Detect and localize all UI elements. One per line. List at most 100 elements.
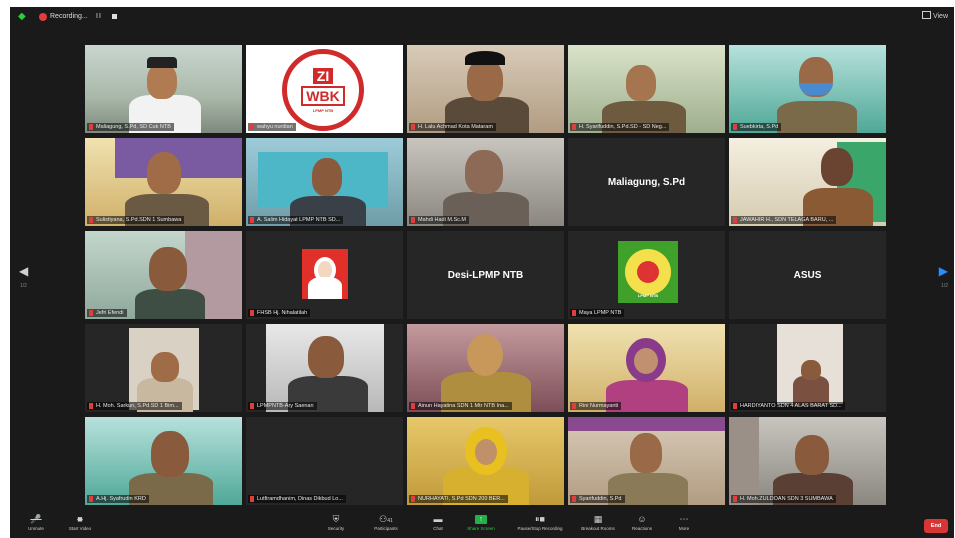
zoom-meeting-window: ◆ Recording... II View ◀ 1/2 ▶ 1/2 Malia… [10,7,954,538]
participant-name: Sulistiyana, S.Pd.SDN 1 Sumbawa [87,216,185,224]
recording-icon [39,13,47,21]
participant-name: LPMPNTB-Ary Saenan [248,402,317,410]
next-page-arrow-icon[interactable]: ▶ [939,265,948,277]
participant-video [729,45,886,133]
participant-tile[interactable]: Lutfiramdhanim, Dinas Dikbud Lo... [246,417,403,505]
participants-button[interactable]: ⚇41 Participants [366,513,406,538]
pause-stop-recording-button[interactable]: ⏸■ Pause/Stop Recording [514,513,566,538]
participant-name: H. Moh. Sarkun, S.Pd.SD 1 Bim... [87,402,182,410]
start-video-label: Start Video [68,526,92,531]
participant-tile[interactable]: Jefri Efendi [85,231,242,319]
participant-video [568,417,725,505]
participant-name: A.Hj. Syafrudin KRD [87,495,149,503]
participants-icon: ⚇41 [379,514,393,524]
participant-video [85,138,242,226]
logo-text-ring: LPMP NTB [312,107,334,113]
participant-tile[interactable]: Suebkirta, S.Pd [729,45,886,133]
end-meeting-button[interactable]: End [924,519,948,533]
participant-tile[interactable]: NURHAYATI, S.Pd SDN 200 BER... [407,417,564,505]
chat-button[interactable]: ▬ Chat [418,513,458,538]
participant-name: FHSB Hj. Nihalatilah [248,309,311,317]
participant-name: Rini Nurmayanti [570,402,622,410]
participant-video [85,324,242,412]
participant-name: JAWAHIR H., SDN TELAGA BARU, ... [731,216,837,224]
participant-tile[interactable]: Desi-LPMP NTB [407,231,564,319]
pause-recording-icon[interactable]: II [96,12,102,22]
participant-tile[interactable]: HARDIYANTO SDN 4 ALAS BARAT SD... [729,324,886,412]
participant-tile[interactable]: Sulistiyana, S.Pd.SDN 1 Sumbawa [85,138,242,226]
participant-tile[interactable]: ASUS [729,231,886,319]
top-bar: ◆ Recording... II View [10,7,954,29]
participant-tile[interactable]: LPMPNTB-Ary Saenan [246,324,403,412]
shield-icon[interactable]: ◆ [18,12,28,22]
lpmp-logo: LPMP NTB [618,241,678,303]
participant-name: A. Salim Hidayat LPMP NTB SD... [248,216,344,224]
unmute-button[interactable]: 🎤 Unmute [16,513,56,538]
participant-name: H. Lalu Achmad Kota Mataram [409,123,496,131]
start-video-button[interactable]: ■ Start Video [60,513,100,538]
participant-display-name: ASUS [793,269,822,281]
participant-tile[interactable]: H. Moh.ZULDOAN SDN 3 SUMBAWA [729,417,886,505]
participant-name: Syarifuddin, S.Pd [570,495,625,503]
more-button[interactable]: ⋯ More [664,513,704,538]
more-label: More [678,526,690,531]
participant-tile[interactable]: Maliagung, S.Pd [568,138,725,226]
participant-name: H. Moh.ZULDOAN SDN 3 SUMBAWA [731,495,836,503]
unmute-label: Unmute [28,526,44,531]
logo-text-wbk: WBK [301,85,345,106]
participant-name: wahyu nurdian [248,123,296,131]
security-button[interactable]: ⛨ Security [316,513,356,538]
breakout-rooms-label: Breakout Rooms [581,526,615,531]
pause-stop-icon: ⏸■ [535,514,545,524]
participant-video [568,45,725,133]
security-label: Security [327,526,345,531]
participant-display-name: Maliagung, S.Pd [607,176,686,188]
participant-video [407,417,564,505]
more-icon: ⋯ [679,514,689,524]
profile-photo [302,249,348,299]
participant-display-name: Desi-LPMP NTB [447,269,524,281]
reactions-button[interactable]: ☺ Reactions [622,513,662,538]
stop-recording-icon[interactable] [112,14,117,19]
participant-video [246,231,403,319]
participant-tile[interactable]: ZI WBK LPMP NTB wahyu nurdian [246,45,403,133]
grid-icon [921,11,931,19]
recording-label: Recording... [50,13,88,20]
meeting-toolbar: 🎤 Unmute ■ Start Video ⛨ Security ⚇41 Pa… [10,513,954,538]
participant-video [729,417,886,505]
participant-name: Maya LPMP NTB [570,309,625,317]
participant-name: Maliagung, S.Pd, SD Cuk NTB [87,123,174,131]
participant-tile[interactable]: LPMP NTB Maya LPMP NTB [568,231,725,319]
participant-tile[interactable]: Ainun Hayatina SDN 1 Mtr NTB Ina... [407,324,564,412]
participant-tile[interactable]: Syarifuddin, S.Pd [568,417,725,505]
participant-video [729,324,886,412]
participant-tile[interactable]: A. Salim Hidayat LPMP NTB SD... [246,138,403,226]
participant-video: LPMP NTB [568,231,725,319]
chat-label: Chat [433,526,443,531]
lpmp-logo-caption: LPMP NTB [637,293,659,298]
participant-tile[interactable]: H. Lalu Achmad Kota Mataram [407,45,564,133]
participant-tile[interactable]: Maliagung, S.Pd, SD Cuk NTB [85,45,242,133]
participants-label: Participants [374,526,398,531]
logo-text-zi: ZI [312,67,334,84]
participant-tile[interactable]: H. Syarifuddin, S.Pd.SD - SD Neg... [568,45,725,133]
breakout-rooms-button[interactable]: ▦ Breakout Rooms [578,513,618,538]
participant-name: Lutfiramdhanim, Dinas Dikbud Lo... [248,495,346,503]
participant-name: Ainun Hayatina SDN 1 Mtr NTB Ina... [409,402,512,410]
participant-tile[interactable]: JAWAHIR H., SDN TELAGA BARU, ... [729,138,886,226]
participant-name: Mahdi Hadi M.Sc.M [409,216,469,224]
video-off-icon: ■ [77,514,83,524]
share-screen-button[interactable]: ↑ Share Screen [461,513,501,538]
participant-tile[interactable]: Mahdi Hadi M.Sc.M [407,138,564,226]
view-button[interactable]: View [921,11,948,23]
participant-tile-active-speaker[interactable]: Rini Nurmayanti [568,324,725,412]
participant-video [407,45,564,133]
participant-tile[interactable]: A.Hj. Syafrudin KRD [85,417,242,505]
participant-video [568,324,725,412]
participant-tile[interactable]: FHSB Hj. Nihalatilah [246,231,403,319]
participant-tile[interactable]: H. Moh. Sarkun, S.Pd.SD 1 Bim... [85,324,242,412]
previous-page-arrow-icon[interactable]: ◀ [19,265,28,277]
shield-icon: ⛨ [332,514,340,524]
participant-video: ZI WBK LPMP NTB [246,45,403,133]
video-gallery: Maliagung, S.Pd, SD Cuk NTB ZI WBK LPMP … [85,45,890,505]
